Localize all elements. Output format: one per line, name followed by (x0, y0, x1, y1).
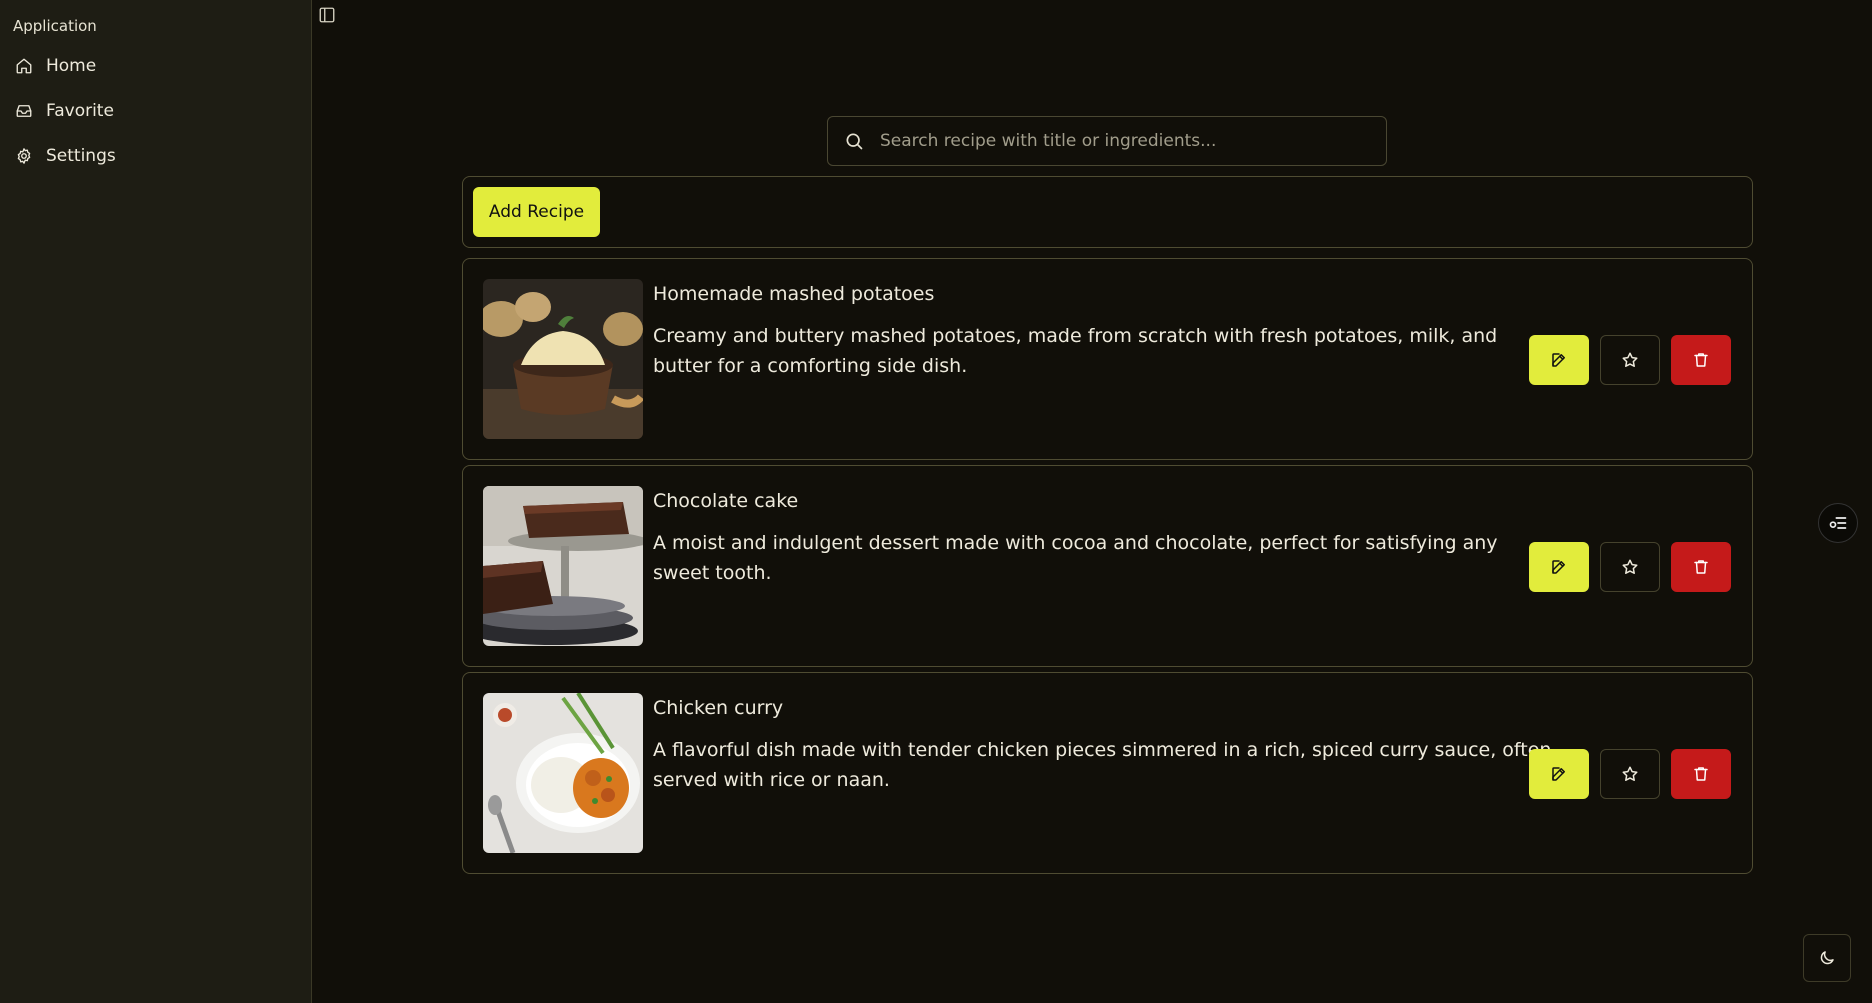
recipe-description: Creamy and buttery mashed potatoes, made… (653, 325, 1498, 377)
chicken-curry-image (483, 693, 643, 853)
inbox-icon (14, 101, 34, 121)
favorite-recipe-button[interactable] (1600, 542, 1660, 592)
edit-icon (1550, 558, 1568, 576)
favorite-recipe-button[interactable] (1600, 335, 1660, 385)
trash-icon (1692, 558, 1710, 576)
edit-icon (1550, 765, 1568, 783)
recipe-card: Chocolate cake A moist and indulgent des… (462, 465, 1753, 667)
edit-recipe-button[interactable] (1529, 542, 1589, 592)
trash-icon (1692, 765, 1710, 783)
delete-recipe-button[interactable] (1671, 542, 1731, 592)
sidebar: Application Home Favorite Settings (0, 0, 312, 1003)
mashed-potatoes-image (483, 279, 643, 439)
sidebar-item-label: Favorite (46, 101, 114, 121)
chocolate-cake-image (483, 486, 643, 646)
moon-icon (1818, 949, 1836, 967)
theme-toggle-button[interactable] (1803, 934, 1851, 982)
delete-recipe-button[interactable] (1671, 749, 1731, 799)
gear-icon (14, 146, 34, 166)
recipe-description: A moist and indulgent dessert made with … (653, 532, 1498, 584)
sidebar-group-label: Application (13, 17, 97, 35)
recipe-card: Homemade mashed potatoes Creamy and butt… (462, 258, 1753, 460)
edit-recipe-button[interactable] (1529, 749, 1589, 799)
recipe-title: Homemade mashed potatoes (653, 283, 935, 305)
sidebar-item-label: Home (46, 56, 97, 76)
star-icon (1621, 351, 1639, 369)
delete-recipe-button[interactable] (1671, 335, 1731, 385)
sidebar-item-settings[interactable]: Settings (8, 136, 304, 176)
edit-recipe-button[interactable] (1529, 335, 1589, 385)
search-icon (844, 130, 866, 152)
panel-left-icon (318, 6, 336, 24)
star-icon (1621, 765, 1639, 783)
star-icon (1621, 558, 1639, 576)
floating-menu-button[interactable] (1818, 503, 1858, 543)
list-settings-icon (1828, 513, 1848, 533)
sidebar-item-home[interactable]: Home (8, 46, 304, 86)
sidebar-toggle-button[interactable] (316, 4, 338, 26)
sidebar-item-label: Settings (46, 146, 116, 166)
sidebar-item-favorite[interactable]: Favorite (8, 91, 304, 131)
search-input[interactable] (880, 131, 1386, 151)
edit-icon (1550, 351, 1568, 369)
recipe-description: A flavorful dish made with tender chicke… (653, 739, 1552, 791)
search-bar (827, 116, 1387, 166)
add-recipe-button[interactable]: Add Recipe (473, 187, 600, 237)
recipe-title: Chocolate cake (653, 490, 799, 512)
recipe-title: Chicken curry (653, 697, 784, 719)
favorite-recipe-button[interactable] (1600, 749, 1660, 799)
toolbar-card: Add Recipe (462, 176, 1753, 248)
home-icon (14, 56, 34, 76)
recipe-card: Chicken curry A flavorful dish made with… (462, 672, 1753, 874)
trash-icon (1692, 351, 1710, 369)
